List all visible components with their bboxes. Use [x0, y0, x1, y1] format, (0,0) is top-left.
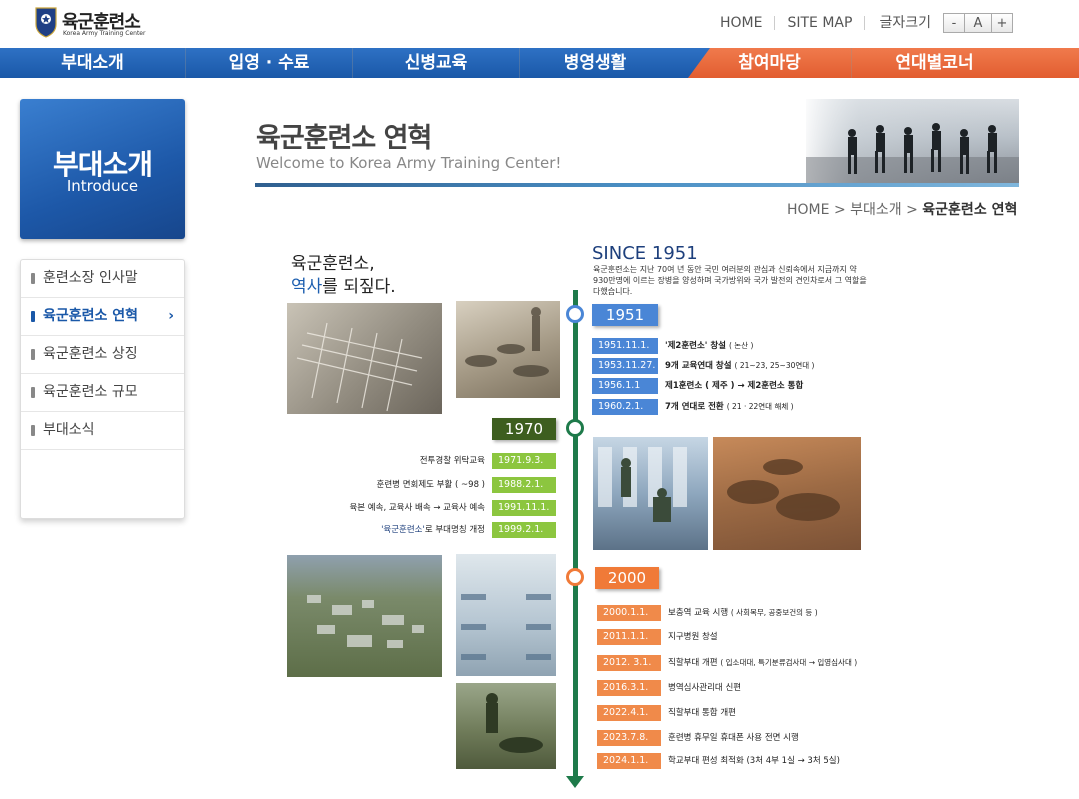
breadcrumb-section[interactable]: 부대소개	[850, 202, 902, 218]
event-text: 육본 예속, 교육사 배속 → 교육사 예속	[349, 503, 485, 513]
event-date: 2000.1.1.	[597, 605, 661, 621]
event-date: 2023.7.8.	[597, 730, 661, 746]
event-date: 1951.11.1.	[592, 338, 658, 354]
bullet-icon	[31, 273, 35, 284]
era-tag-1951: 1951	[592, 304, 658, 326]
font-decrease-button[interactable]: -	[942, 13, 965, 33]
timeline-arrow-icon	[566, 776, 584, 788]
sidebar-item-label: 육군훈련소 규모	[43, 384, 138, 400]
event-text: 9개 교육연대 창설 ( 21~23, 25~30연대 )	[665, 361, 815, 371]
breadcrumb-current: 육군훈련소 연혁	[922, 202, 1018, 218]
timeline-node-1970	[566, 419, 584, 437]
event-date: 2012. 3.1.	[597, 655, 661, 671]
utility-nav: HOME SITE MAP 글자크기 - A +	[720, 12, 1013, 34]
chevron-right-icon: ›	[168, 308, 174, 324]
sidebar-item-label: 육군훈련소 상징	[43, 346, 138, 362]
home-link[interactable]: HOME	[720, 16, 776, 30]
font-reset-button[interactable]: A	[964, 13, 991, 33]
hero-soldiers-image	[806, 99, 1019, 183]
timeline-intro-line1: 육군훈련소,	[291, 254, 375, 274]
breadcrumb-separator: >	[833, 202, 846, 218]
era-tag-2000: 2000	[595, 567, 659, 589]
sidebar-item-scale[interactable]: 육군훈련소 규모	[21, 374, 184, 412]
page-title: 육군훈련소 연혁	[256, 123, 432, 154]
era-tag-1970: 1970	[492, 418, 556, 440]
event-text: '제2훈련소' 창설 ( 논산 )	[665, 341, 754, 351]
event-date: 1988.2.1.	[492, 477, 556, 493]
event-date: 1956.1.1	[592, 378, 658, 394]
photo-2000-field-exercise	[456, 683, 556, 769]
event-text: 훈련병 면회제도 부활 ( ~98 )	[376, 480, 485, 490]
breadcrumb: HOME > 부대소개 > 육군훈련소 연혁	[787, 199, 1017, 219]
intro-highlight: 역사	[291, 277, 323, 297]
sitemap-link[interactable]: SITE MAP	[775, 16, 866, 30]
timeline-trunk	[573, 290, 578, 782]
sidebar-item-greeting[interactable]: 훈련소장 인사말	[21, 260, 184, 298]
bullet-icon	[31, 349, 35, 360]
event-text: 병역심사관리대 신편	[668, 683, 742, 693]
photo-1970-barracks	[593, 437, 708, 550]
event-date: 1999.2.1.	[492, 522, 556, 538]
event-text: 보충역 교육 시행 ( 사회복무, 공중보건의 등 )	[668, 608, 818, 618]
main-nav: 부대소개 입영 · 수료 신병교육 병영생활 참여마당 연대별코너	[0, 48, 1079, 78]
sidebar-item-label: 부대소식	[43, 422, 95, 438]
event-text: 훈련병 휴무일 휴대폰 사용 전면 시행	[668, 733, 799, 743]
event-text: 직할부대 개편 ( 입소대대, 특기분류검사대 → 입영심사대 )	[668, 658, 858, 668]
nav-item-introduce[interactable]: 부대소개	[0, 48, 185, 78]
title-divider	[255, 183, 1019, 187]
event-date: 2016.3.1.	[597, 680, 661, 696]
bullet-icon	[31, 311, 35, 322]
nav-item-enlistment[interactable]: 입영 · 수료	[186, 48, 352, 78]
page-subtitle: Welcome to Korea Army Training Center!	[256, 154, 562, 172]
sidebar-subtitle: Introduce	[66, 177, 139, 195]
sidebar-item-news[interactable]: 부대소식	[21, 412, 184, 450]
timeline-node-2000	[566, 568, 584, 586]
event-date: 2011.1.1.	[597, 629, 661, 645]
nav-item-training[interactable]: 신병교육	[353, 48, 519, 78]
intro-rest: 를 되짚다.	[322, 277, 396, 297]
bullet-icon	[31, 425, 35, 436]
timeline-node-1951	[566, 305, 584, 323]
sidebar-item-label: 육군훈련소 연혁	[43, 308, 139, 324]
photo-1951-aerial-camp	[287, 303, 442, 414]
nav-item-regiment-corner[interactable]: 연대별코너	[852, 48, 1017, 78]
sidebar-header: 부대소개 Introduce	[20, 99, 185, 239]
since-description: 육군훈련소는 지난 70여 년 동안 국민 여러분의 관심과 신뢰속에서 지금까…	[593, 265, 867, 296]
event-date: 1960.2.1.	[592, 399, 658, 415]
photo-1970-mud-training	[713, 437, 861, 550]
event-text: 전투경찰 위탁교육	[419, 456, 485, 466]
timeline-intro-line2: 역사를 되짚다.	[291, 272, 396, 297]
event-text: 제1훈련소 ( 제주 ) → 제2훈련소 통합	[665, 381, 804, 391]
sidebar-menu: 훈련소장 인사말 육군훈련소 연혁 › 육군훈련소 상징 육군훈련소 규모 부대…	[20, 259, 185, 519]
breadcrumb-separator: >	[906, 202, 918, 218]
breadcrumb-home[interactable]: HOME	[787, 202, 829, 218]
sidebar-item-label: 훈련소장 인사말	[43, 270, 138, 286]
nav-item-barracks-life[interactable]: 병영생활	[520, 48, 670, 78]
site-logo[interactable]: 육군훈련소 Korea Army Training Center	[34, 6, 164, 42]
photo-1951-soldiers-training	[456, 301, 560, 398]
font-size-label: 글자크기	[879, 15, 931, 31]
photo-2000-aerial-campus	[287, 555, 442, 677]
logo-subtitle: Korea Army Training Center	[63, 30, 146, 37]
photo-2000-modern-barracks	[456, 554, 556, 676]
since-heading: SINCE 1951	[592, 243, 698, 264]
event-text: 지구병원 창설	[668, 632, 718, 642]
event-text: 학교부대 편성 최적화 (3처 4부 1실 → 3처 5실)	[668, 756, 840, 766]
bullet-icon	[31, 387, 35, 398]
nav-item-participation[interactable]: 참여마당	[688, 48, 851, 78]
event-date: 1991.11.1.	[492, 500, 556, 516]
sidebar-item-history[interactable]: 육군훈련소 연혁 ›	[21, 298, 184, 336]
event-date: 1953.11.27.	[592, 358, 658, 374]
event-date: 1971.9.3.	[492, 453, 556, 469]
event-date: 2024.1.1.	[597, 753, 661, 769]
event-text: '육군훈련소'로 부대명칭 개정	[381, 525, 485, 535]
army-emblem-icon	[35, 7, 57, 38]
event-date: 2022.4.1.	[597, 705, 661, 721]
font-increase-button[interactable]: +	[990, 13, 1013, 33]
sidebar-item-symbol[interactable]: 육군훈련소 상징	[21, 336, 184, 374]
event-text: 7개 연대로 전환 ( 21 · 22연대 해체 )	[665, 402, 794, 412]
event-text: 직할부대 통합 개편	[668, 708, 736, 718]
